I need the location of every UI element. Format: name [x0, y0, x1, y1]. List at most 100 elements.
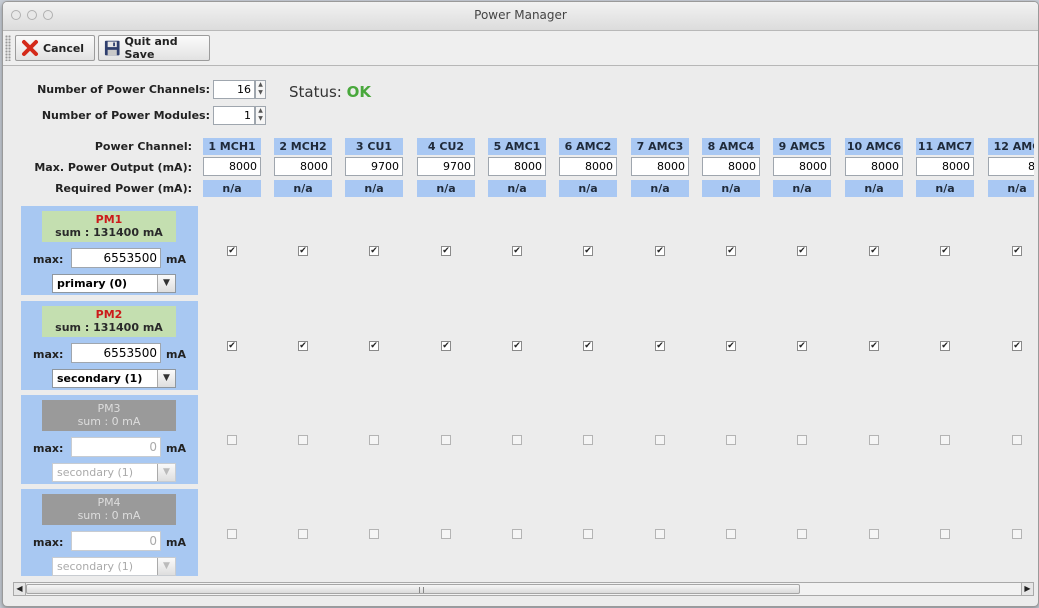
- channels-count-spinner[interactable]: 16 ▲ ▼: [213, 80, 266, 99]
- channel-checkbox[interactable]: ✔: [227, 246, 237, 256]
- floppy-disk-icon: [104, 40, 120, 56]
- toolbar-grip[interactable]: [5, 35, 11, 61]
- channel-header: 2 MCH2: [274, 138, 332, 155]
- scroll-right-icon[interactable]: ▶: [1021, 583, 1033, 595]
- channel-checkbox[interactable]: ✔: [227, 341, 237, 351]
- channel-checkbox[interactable]: ✔: [298, 246, 308, 256]
- channel-checkbox[interactable]: ✔: [512, 246, 522, 256]
- max-output-field[interactable]: 8000: [773, 157, 831, 176]
- channel-header: 1 MCH1: [203, 138, 261, 155]
- chevron-down-icon[interactable]: ▼: [157, 370, 175, 387]
- scrollbar-thumb[interactable]: [26, 584, 800, 594]
- channel-header: 5 AMC1: [488, 138, 546, 155]
- channel-checkbox[interactable]: ✔: [441, 341, 451, 351]
- max-output-field[interactable]: 8000: [845, 157, 903, 176]
- channel-checkbox[interactable]: ✔: [655, 246, 665, 256]
- channel-header: 3 CU1: [345, 138, 403, 155]
- max-output-label: Max. Power Output (mA):: [34, 161, 192, 174]
- chevron-down-icon[interactable]: ▼: [157, 275, 175, 292]
- required-power-cell: n/a: [488, 180, 546, 197]
- cancel-button[interactable]: Cancel: [15, 35, 95, 61]
- channel-checkbox[interactable]: ✔: [797, 246, 807, 256]
- horizontal-scrollbar[interactable]: ◀ ▶: [13, 582, 1034, 596]
- power-module-panel: PM4 sum : 0 mA max: 0 mA secondary (1) ▼: [21, 489, 198, 576]
- channel-checkbox: [655, 529, 665, 539]
- channel-checkbox[interactable]: ✔: [869, 246, 879, 256]
- module-sum: sum : 0 mA: [77, 509, 141, 522]
- channel-checkbox[interactable]: ✔: [298, 341, 308, 351]
- channel-checkbox: [797, 435, 807, 445]
- max-output-field[interactable]: 8000: [559, 157, 617, 176]
- spin-up-icon[interactable]: ▲: [256, 81, 265, 89]
- channel-checkbox: [369, 435, 379, 445]
- required-power-cell: n/a: [845, 180, 903, 197]
- module-max-field[interactable]: 6553500: [71, 248, 161, 268]
- channel-checkbox[interactable]: ✔: [1012, 341, 1022, 351]
- channel-header: 10 AMC6: [845, 138, 903, 155]
- max-output-field[interactable]: 9700: [417, 157, 475, 176]
- spin-down-icon[interactable]: ▼: [256, 115, 265, 123]
- channel-checkbox[interactable]: ✔: [583, 341, 593, 351]
- quit-and-save-button[interactable]: Quit and Save: [98, 35, 210, 61]
- cancel-x-icon: [22, 40, 38, 56]
- channel-checkbox[interactable]: ✔: [1012, 246, 1022, 256]
- module-max-field[interactable]: 6553500: [71, 343, 161, 363]
- max-output-field[interactable]: 8000: [916, 157, 974, 176]
- channels-count-field[interactable]: 16: [213, 80, 255, 99]
- channel-header: 12 AMC: [988, 138, 1034, 155]
- status-indicator: Status: OK: [289, 83, 371, 101]
- channel-header: 8 AMC4: [702, 138, 760, 155]
- max-output-field[interactable]: 8000: [702, 157, 760, 176]
- required-power-cell: n/a: [274, 180, 332, 197]
- required-power-cell: n/a: [702, 180, 760, 197]
- module-header: PM3 sum : 0 mA: [42, 400, 176, 431]
- module-role-value: secondary (1): [57, 466, 134, 479]
- max-output-field[interactable]: 8000: [631, 157, 689, 176]
- max-output-field[interactable]: 8000: [274, 157, 332, 176]
- module-max-label: max:: [33, 253, 64, 266]
- channel-header: 11 AMC7: [916, 138, 974, 155]
- module-header: PM4 sum : 0 mA: [42, 494, 176, 525]
- channel-checkbox: [797, 529, 807, 539]
- required-power-cell: n/a: [916, 180, 974, 197]
- channel-checkbox[interactable]: ✔: [512, 341, 522, 351]
- channel-checkbox: [940, 529, 950, 539]
- channel-checkbox: [441, 435, 451, 445]
- channel-checkbox: [726, 435, 736, 445]
- module-name: PM3: [97, 402, 121, 415]
- module-role-value: secondary (1): [57, 372, 143, 385]
- modules-count-field[interactable]: 1: [213, 106, 255, 125]
- channel-checkbox[interactable]: ✔: [797, 341, 807, 351]
- max-output-field[interactable]: 9700: [345, 157, 403, 176]
- modules-spin-buttons[interactable]: ▲ ▼: [255, 106, 266, 125]
- module-unit-label: mA: [166, 536, 186, 549]
- channel-header: 6 AMC2: [559, 138, 617, 155]
- module-max-label: max:: [33, 442, 64, 455]
- channel-checkbox[interactable]: ✔: [869, 341, 879, 351]
- module-unit-label: mA: [166, 253, 186, 266]
- channel-checkbox[interactable]: ✔: [441, 246, 451, 256]
- channel-checkbox[interactable]: ✔: [369, 341, 379, 351]
- module-role-select[interactable]: primary (0) ▼: [52, 274, 176, 293]
- max-output-field[interactable]: 8000: [203, 157, 261, 176]
- modules-count-spinner[interactable]: 1 ▲ ▼: [213, 106, 266, 125]
- module-header: PM2 sum : 131400 mA: [42, 306, 176, 337]
- channel-checkbox[interactable]: ✔: [940, 341, 950, 351]
- scroll-left-icon[interactable]: ◀: [14, 583, 26, 595]
- channel-checkbox[interactable]: ✔: [726, 246, 736, 256]
- spin-up-icon[interactable]: ▲: [256, 107, 265, 115]
- channel-checkbox[interactable]: ✔: [940, 246, 950, 256]
- module-role-select[interactable]: secondary (1) ▼: [52, 369, 176, 388]
- channel-checkbox[interactable]: ✔: [583, 246, 593, 256]
- scrollbar-grip: [419, 587, 424, 593]
- module-name: PM4: [97, 496, 121, 509]
- module-sum: sum : 131400 mA: [55, 321, 163, 334]
- max-output-field[interactable]: 80: [988, 157, 1034, 176]
- channel-checkbox[interactable]: ✔: [726, 341, 736, 351]
- channel-checkbox[interactable]: ✔: [369, 246, 379, 256]
- max-output-field[interactable]: 8000: [488, 157, 546, 176]
- spin-down-icon[interactable]: ▼: [256, 89, 265, 97]
- module-role-select: secondary (1) ▼: [52, 557, 176, 576]
- channels-spin-buttons[interactable]: ▲ ▼: [255, 80, 266, 99]
- channel-checkbox[interactable]: ✔: [655, 341, 665, 351]
